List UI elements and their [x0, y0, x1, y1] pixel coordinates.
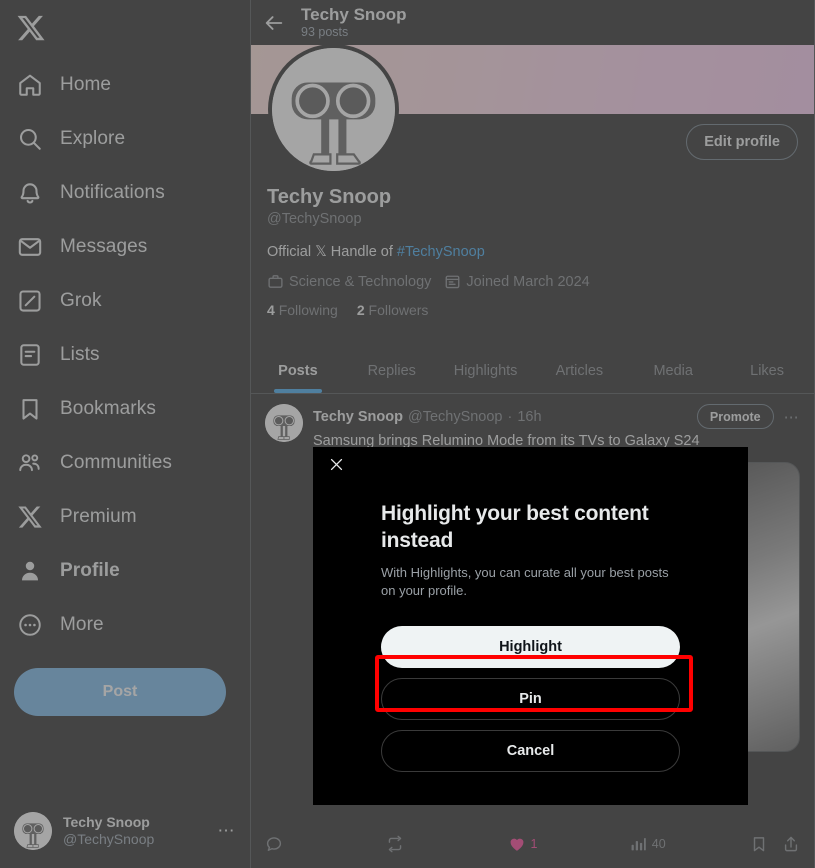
close-button[interactable]: [323, 451, 349, 477]
modal-subtitle: With Highlights, you can curate all your…: [381, 564, 669, 598]
modal-title: Highlight your best content instead: [381, 502, 649, 552]
highlight-button[interactable]: Highlight: [381, 626, 680, 669]
pin-button[interactable]: Pin: [381, 678, 680, 721]
close-icon: [330, 458, 342, 470]
app-root: Home Explore Notifications Messages Grok…: [0, 0, 815, 868]
highlight-modal: Highlight your best content instead With…: [313, 447, 748, 805]
modal-content: Highlight your best content instead With…: [313, 447, 748, 773]
modal-buttons: Highlight Pin Cancel: [381, 626, 680, 773]
cancel-button[interactable]: Cancel: [381, 730, 680, 773]
